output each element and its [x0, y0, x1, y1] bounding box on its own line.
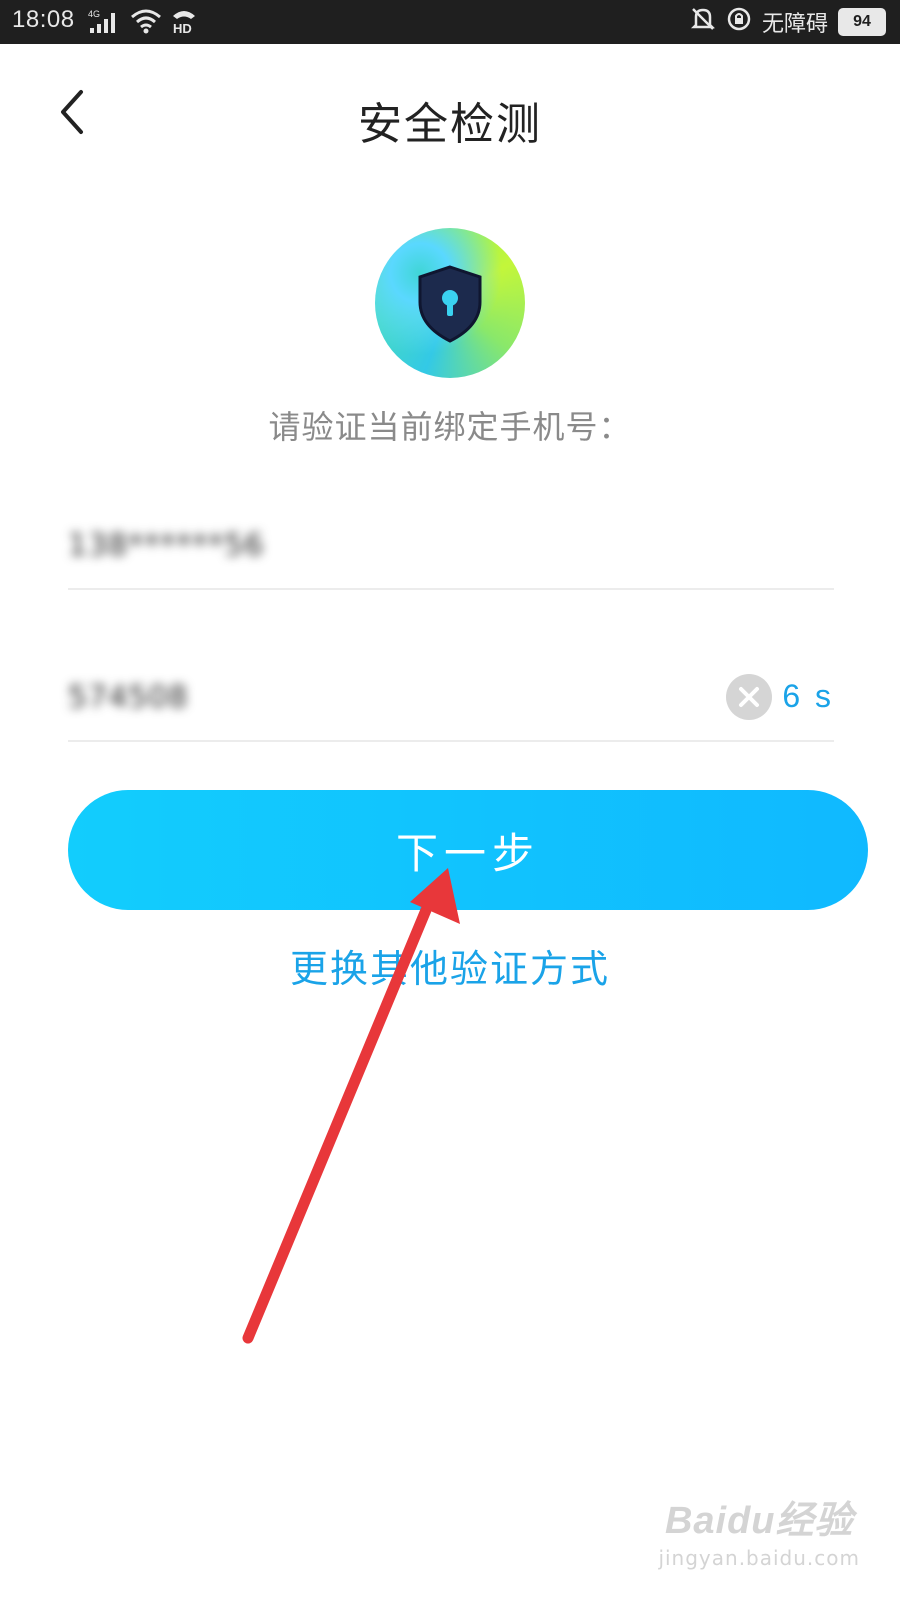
wifi-icon [130, 8, 162, 38]
battery-indicator: 94 [838, 8, 886, 36]
close-icon [739, 687, 759, 707]
nav-header: 安全检测 [0, 44, 900, 184]
signal-icon: 4G [88, 8, 122, 38]
svg-text:HD: HD [173, 21, 192, 34]
next-step-button[interactable]: 下一步 [68, 790, 868, 910]
security-logo [375, 228, 525, 378]
phone-number-value: 138******56 [68, 528, 265, 563]
resend-countdown: 6 s [782, 678, 834, 714]
rotation-lock-icon [726, 6, 752, 38]
watermark-brand: Baidu经验 [664, 1500, 854, 1542]
status-bar: 18:08 4G HD 无障碍 94 [0, 0, 900, 44]
status-left-icons: 4G HD [88, 8, 198, 38]
alt-verify-link[interactable]: 更换其他验证方式 [290, 947, 610, 991]
network-type-label: 4G [88, 9, 100, 19]
status-time: 18:08 [12, 6, 75, 33]
accessibility-label: 无障碍 [761, 12, 828, 37]
watermark-url: jingyan.baidu.com [658, 1546, 860, 1570]
verification-code-value: 574508 [68, 680, 189, 715]
shield-lock-icon [418, 265, 482, 343]
bell-mute-icon [690, 6, 716, 38]
verify-hint: 请验证当前绑定手机号： [268, 408, 632, 446]
next-step-label: 下一步 [395, 829, 540, 877]
phone-field[interactable]: 138******56 [68, 496, 834, 590]
alt-verify-link-row: 更换其他验证方式 [0, 938, 900, 993]
clear-input-button[interactable] [726, 674, 772, 720]
baidu-watermark: Baidu经验 jingyan.baidu.com [658, 1489, 860, 1570]
verification-code-field[interactable]: 574508 6 s [68, 648, 834, 742]
hd-call-icon: HD [170, 8, 198, 38]
page-title: 安全检测 [358, 99, 542, 150]
status-right-icons: 无障碍 94 [690, 6, 886, 38]
